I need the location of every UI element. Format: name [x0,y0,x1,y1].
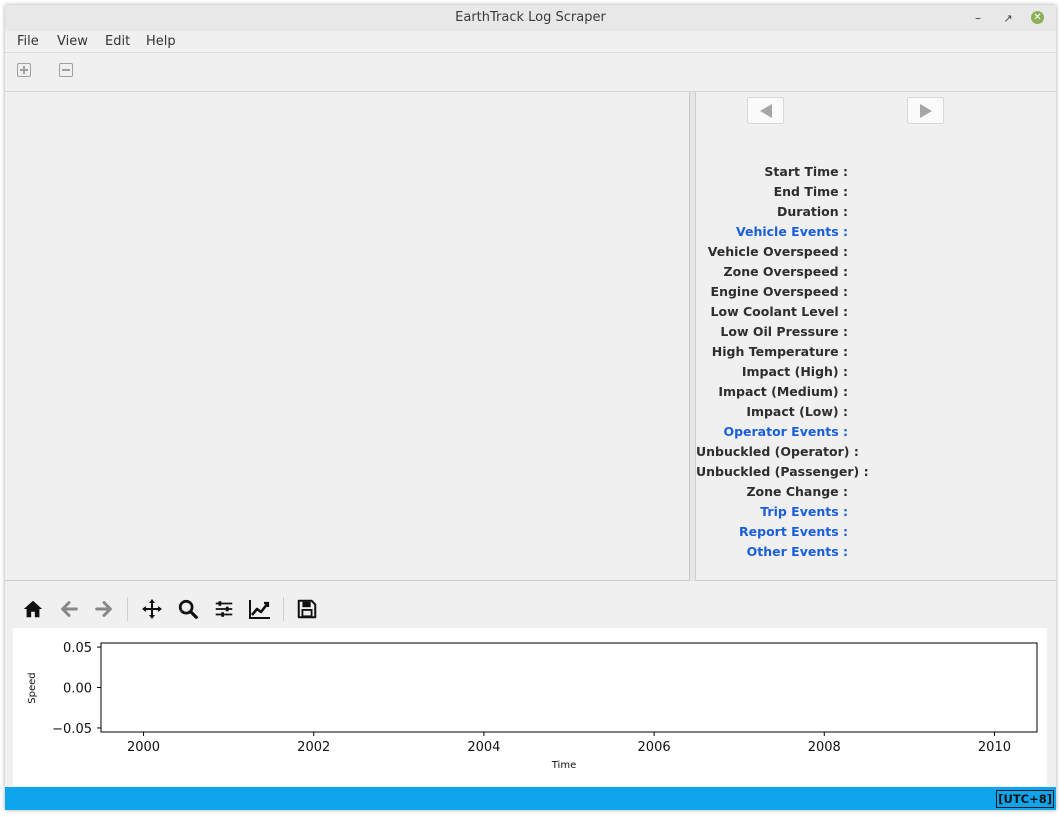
details-pane: Start Time : End Time : Duration : Vehicle … [695,92,1056,581]
event-section-header: Trip Events : [760,504,848,519]
title-bar[interactable]: EarthTrack Log Scraper – ↗ ✕ [5,5,1056,31]
save-icon [297,599,317,619]
x-tick-label: 2000 [127,740,160,755]
next-button[interactable] [907,97,944,124]
toolbar-separator [127,597,128,621]
edit-axis-icon [249,600,270,619]
x-tick-label: 2010 [978,740,1011,755]
subplots-config-icon [215,601,233,617]
home-icon [23,600,43,618]
timezone-indicator: [UTC+8] [996,790,1054,808]
field-label: End Time : [773,184,848,199]
minimize-icon[interactable]: – [969,9,987,27]
toolbar-separator [283,597,284,621]
zoom-icon [178,599,198,619]
plot-toolbar [5,589,1056,627]
plus-square-icon[interactable] [17,63,31,77]
menu-file[interactable]: File [17,34,39,49]
field-label: Low Coolant Level : [710,304,848,319]
triangle-right-icon [919,103,932,118]
field-label: Duration : [777,204,848,219]
menu-bar: File View Edit Help [5,31,1056,53]
triangle-left-icon [759,103,772,118]
menu-view[interactable]: View [57,34,88,49]
back-button[interactable] [55,595,83,623]
zoom-button[interactable] [174,595,202,623]
save-figure-button[interactable] [293,595,321,623]
restore-icon[interactable]: ↗ [999,9,1017,27]
back-arrow-icon [61,601,78,617]
status-bar: [UTC+8] [5,787,1056,810]
field-label: Low Oil Pressure : [720,324,848,339]
menu-help[interactable]: Help [146,34,176,49]
event-section-header: Vehicle Events : [735,224,848,239]
field-label: High Temperature : [711,344,848,359]
event-section-header: Operator Events : [723,424,848,439]
field-label: Zone Change : [746,484,848,499]
x-axis-label: Time [551,760,576,771]
previous-button[interactable] [747,97,784,124]
field-label: Start Time : [764,164,848,179]
event-section-header: Report Events : [739,524,848,539]
field-label: Engine Overspeed : [710,284,848,299]
field-label: Impact (Low) : [746,404,848,419]
main-toolbar [5,53,1056,92]
x-tick-label: 2002 [297,740,330,755]
x-tick-label: 2004 [467,740,500,755]
y-tick-label: 0.05 [63,641,92,656]
plot-frame [100,642,1038,733]
forward-arrow-icon [95,601,112,617]
x-tick-label: 2006 [638,740,671,755]
event-field-list: Start Time : End Time : Duration : Vehicle … [696,162,869,562]
log-list-pane[interactable] [5,92,690,581]
field-label: Impact (Medium) : [718,384,848,399]
pan-icon [142,599,162,619]
field-label: Zone Overspeed : [723,264,848,279]
window-title: EarthTrack Log Scraper [455,10,606,25]
home-button[interactable] [19,595,47,623]
configure-subplots-button[interactable] [210,595,238,623]
y-tick-label: 0.00 [63,682,92,697]
app-window: EarthTrack Log Scraper – ↗ ✕ File View E… [5,5,1056,810]
speed-chart: Speed Time 2000 2002 2004 2006 2008 2010 0.05 0… [27,641,1038,771]
plot-canvas[interactable]: Speed Time 2000 2002 2004 2006 2008 2010 0.05 0… [13,628,1047,786]
edit-axis-button[interactable] [246,595,274,623]
minus-square-icon[interactable] [59,63,73,77]
x-tick-label: 2008 [808,740,841,755]
y-axis-label: Speed [27,672,38,703]
field-label: Impact (High) : [741,364,848,379]
menu-edit[interactable]: Edit [105,34,130,49]
forward-button[interactable] [90,595,118,623]
pan-button[interactable] [138,595,166,623]
field-label: Vehicle Overspeed : [707,244,848,259]
event-section-header: Other Events : [746,544,848,559]
field-label: Unbuckled (Passenger) : [696,464,869,479]
field-label: Unbuckled (Operator) : [696,444,859,459]
y-tick-label: −0.05 [52,722,92,737]
close-icon[interactable]: ✕ [1031,11,1044,24]
